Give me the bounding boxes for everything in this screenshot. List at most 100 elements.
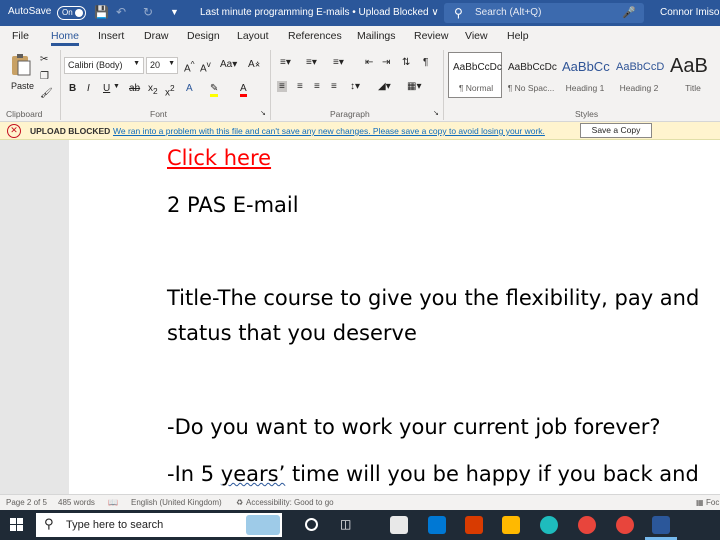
document-page[interactable]: Click here 2 PAS E-mail Title-The course… (69, 140, 720, 494)
bold-button[interactable]: B (69, 83, 76, 94)
paste-label[interactable]: Paste (11, 81, 34, 91)
underline-dropdown-icon[interactable]: ▼ (113, 83, 120, 90)
mail-icon[interactable] (428, 516, 446, 534)
chrome-icon[interactable] (578, 516, 596, 534)
customize-toolbar-icon[interactable]: ▼ (170, 7, 179, 17)
word-icon[interactable] (652, 516, 670, 534)
style-no-spacing[interactable]: AaBbCcDc ¶ No Spac... (503, 52, 557, 98)
search-icon: ⚲ (454, 6, 463, 20)
styles-group-label: Styles (575, 109, 599, 119)
show-formatting-marks-icon[interactable]: ¶ (423, 57, 428, 68)
style-heading-2[interactable]: AaBbCcD Heading 2 (611, 52, 665, 98)
chrome-icon[interactable] (616, 516, 634, 534)
task-view-icon[interactable]: ◫ (340, 517, 351, 531)
borders-button[interactable]: ▦▾ (407, 81, 421, 92)
proofing-icon[interactable]: 📖 (108, 498, 118, 507)
language-indicator[interactable]: English (United Kingdom) (131, 498, 222, 507)
file-explorer-icon[interactable] (502, 516, 520, 534)
style-title[interactable]: AaB Title (665, 52, 719, 98)
page-count[interactable]: Page 2 of 5 (6, 498, 47, 507)
store-icon[interactable] (390, 516, 408, 534)
autosave-toggle[interactable]: On (57, 6, 86, 20)
style-normal[interactable]: AaBbCcDc ¶ Normal (448, 52, 502, 98)
underline-button[interactable]: U (103, 83, 110, 94)
tab-insert[interactable]: Insert (98, 30, 124, 42)
font-size-select[interactable]: 20 ▼ (146, 57, 178, 74)
subscript-button[interactable]: x2 (148, 83, 158, 96)
edge-icon[interactable] (540, 516, 558, 534)
word-count[interactable]: 485 words (58, 498, 95, 507)
document-title[interactable]: Last minute programming E-mails • Upload… (200, 7, 439, 18)
taskbar-search-placeholder: Type here to search (66, 519, 164, 531)
spelling-flag[interactable]: years’ (221, 462, 285, 486)
font-color-button[interactable]: A (240, 83, 247, 97)
windows-taskbar: ⚲ Type here to search ◫ (0, 510, 720, 540)
tab-review[interactable]: Review (414, 30, 448, 42)
bullet-line-1: -Do you want to work your current job fo… (167, 415, 661, 439)
taskbar-search-box[interactable]: ⚲ Type here to search (36, 513, 282, 537)
copy-icon[interactable]: ❐ (40, 71, 49, 82)
increase-font-size-button[interactable]: A^ (184, 59, 195, 74)
upload-blocked-message[interactable]: We ran into a problem with this file and… (113, 126, 545, 136)
line-spacing-button[interactable]: ↕▾ (350, 81, 360, 92)
office-icon[interactable] (465, 516, 483, 534)
sort-button[interactable]: ⇅ (402, 57, 410, 68)
windows-start-icon[interactable] (10, 518, 24, 532)
text-effects-button[interactable]: A (186, 83, 193, 94)
search-icon: ⚲ (44, 516, 54, 531)
strikethrough-button[interactable]: ab (129, 83, 140, 94)
search-box[interactable]: ⚲ Search (Alt+Q) 🎤 (444, 3, 644, 23)
superscript-button[interactable]: x2 (165, 83, 175, 98)
focus-icon[interactable]: ▦ (696, 498, 704, 507)
highlight-color-button[interactable]: ✎ (210, 83, 219, 97)
search-highlight-image[interactable] (246, 515, 280, 535)
format-painter-icon[interactable]: 🖌 (40, 88, 53, 99)
title-line-2: status that you deserve (167, 321, 417, 345)
tab-home[interactable]: Home (51, 30, 79, 42)
bullets-button[interactable]: ≡▾ (280, 57, 291, 68)
change-case-button[interactable]: Aa▾ (220, 59, 237, 70)
chevron-down-icon: ▼ (133, 60, 140, 67)
upload-blocked-bar: ✕ UPLOAD BLOCKED We ran into a problem w… (0, 122, 720, 140)
paragraph-group-label: Paragraph (330, 109, 370, 119)
shading-button[interactable]: ◢▾ (378, 81, 391, 92)
italic-button[interactable]: I (87, 83, 90, 94)
cut-icon[interactable]: ✂ (40, 54, 48, 65)
cortana-icon[interactable] (305, 518, 318, 531)
tab-references[interactable]: References (288, 30, 342, 42)
tab-design[interactable]: Design (187, 30, 220, 42)
font-dialog-launcher-icon[interactable]: ↘ (260, 109, 266, 117)
font-name-select[interactable]: Calibri (Body) ▼ (64, 57, 144, 74)
click-here-link[interactable]: Click here (167, 146, 271, 170)
microphone-icon[interactable]: 🎤 (622, 6, 636, 19)
tab-file[interactable]: File (12, 30, 29, 42)
tab-mailings[interactable]: Mailings (357, 30, 396, 42)
align-left-button[interactable]: ≡ (277, 81, 287, 92)
tab-draw[interactable]: Draw (144, 30, 169, 42)
justify-button[interactable]: ≡ (331, 81, 337, 92)
increase-indent-button[interactable]: ⇥ (382, 57, 390, 68)
paragraph-dialog-launcher-icon[interactable]: ↘ (433, 109, 439, 117)
style-heading-1[interactable]: AaBbCc Heading 1 (557, 52, 611, 98)
separator (270, 50, 271, 120)
focus-label[interactable]: Foc (706, 498, 719, 507)
numbering-button[interactable]: ≡▾ (306, 57, 317, 68)
decrease-indent-button[interactable]: ⇤ (365, 57, 373, 68)
undo-icon[interactable]: ↶ (116, 5, 126, 19)
tab-view[interactable]: View (465, 30, 488, 42)
tab-help[interactable]: Help (507, 30, 529, 42)
paste-icon[interactable] (8, 52, 34, 76)
save-a-copy-button[interactable]: Save a Copy (580, 123, 652, 138)
user-name[interactable]: Connor Imison (660, 7, 720, 18)
document-heading: 2 PAS E-mail (167, 193, 299, 217)
redo-icon[interactable]: ↻ (143, 5, 153, 19)
align-center-button[interactable]: ≡ (297, 81, 303, 92)
save-icon[interactable]: 💾 (94, 5, 109, 19)
decrease-font-size-button[interactable]: Av (200, 59, 211, 74)
accessibility-status[interactable]: Accessibility: Good to go (246, 498, 334, 507)
align-right-button[interactable]: ≡ (314, 81, 320, 92)
clear-formatting-icon[interactable]: A⨰ (248, 59, 261, 70)
multilevel-list-button[interactable]: ≡▾ (333, 57, 344, 68)
document-area[interactable]: Click here 2 PAS E-mail Title-The course… (0, 140, 720, 494)
tab-layout[interactable]: Layout (237, 30, 269, 42)
